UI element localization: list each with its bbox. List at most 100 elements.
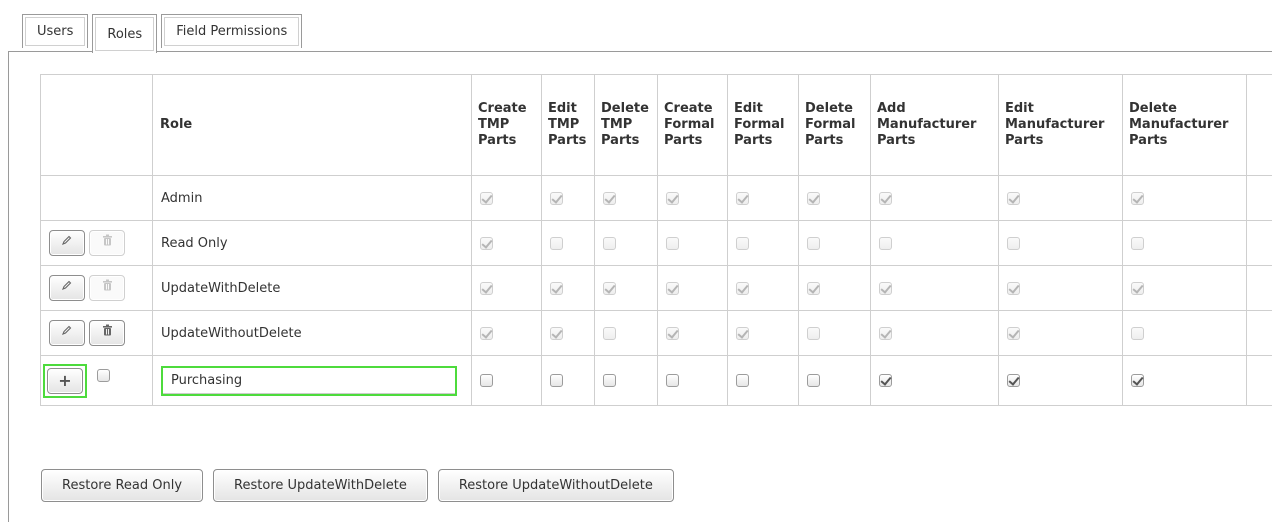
header-text-line: Formal <box>805 117 864 133</box>
header-text-line: Add <box>877 101 992 117</box>
overflow-cell <box>1247 356 1272 406</box>
permission-checkbox[interactable] <box>1131 374 1144 387</box>
permission-checkbox <box>879 237 892 250</box>
permission-checkbox[interactable] <box>666 374 679 387</box>
role-name-cell <box>153 356 472 406</box>
roles-grid-container: Role CreateTMPPartsEditTMPPartsDeleteTMP… <box>40 74 1272 432</box>
permission-checkbox <box>480 237 493 250</box>
permission-cell <box>728 311 799 356</box>
header-text-line: Create <box>664 101 721 117</box>
header-text-line: Delete <box>601 101 651 117</box>
permission-cell <box>542 176 595 221</box>
pencil-icon <box>61 231 73 255</box>
permission-cell <box>999 356 1123 406</box>
delete-role-button[interactable] <box>89 320 125 346</box>
row-actions-cell <box>41 311 153 356</box>
permission-cell <box>799 221 871 266</box>
row-actions-cell <box>41 266 153 311</box>
role-name-cell: UpdateWithDelete <box>153 266 472 311</box>
permission-checkbox <box>550 192 563 205</box>
delete-role-button <box>89 275 125 301</box>
header-text-line: TMP <box>548 117 588 133</box>
table-row: Admin <box>41 176 1272 221</box>
permission-checkbox <box>603 192 616 205</box>
overflow-cell <box>1247 266 1272 311</box>
permission-cell <box>658 176 728 221</box>
header-text-line: Create <box>478 101 535 117</box>
permission-checkbox[interactable] <box>807 374 820 387</box>
new-row-select-checkbox[interactable] <box>97 369 110 382</box>
restore-update-with-delete-button[interactable]: Restore UpdateWithDelete <box>213 469 428 502</box>
permission-checkbox <box>1131 192 1144 205</box>
header-text-line: Parts <box>1005 133 1116 149</box>
header-text-line: Manufacturer <box>1129 117 1240 133</box>
header-text-line: Parts <box>734 133 792 149</box>
row-actions-cell <box>41 176 153 221</box>
edit-role-button[interactable] <box>49 320 85 346</box>
restore-update-without-delete-button[interactable]: Restore UpdateWithoutDelete <box>438 469 674 502</box>
permission-checkbox <box>666 282 679 295</box>
header-text-line: Formal <box>734 117 792 133</box>
permission-checkbox <box>1131 282 1144 295</box>
permission-cell <box>728 221 799 266</box>
permission-checkbox <box>879 192 892 205</box>
permission-cell <box>658 266 728 311</box>
row-actions-cell <box>41 221 153 266</box>
permission-checkbox[interactable] <box>550 374 563 387</box>
permission-checkbox[interactable] <box>480 374 493 387</box>
restore-read-only-button[interactable]: Restore Read Only <box>41 469 203 502</box>
permission-checkbox <box>666 237 679 250</box>
add-role-highlight: + <box>43 364 87 398</box>
permission-cell <box>542 311 595 356</box>
permission-checkbox[interactable] <box>736 374 749 387</box>
header-text-line: Parts <box>877 133 992 149</box>
overflow-cell <box>1247 311 1272 356</box>
header-text-line: Parts <box>664 133 721 149</box>
permission-cell <box>799 266 871 311</box>
permission-cell <box>1123 176 1247 221</box>
permission-cell <box>595 266 658 311</box>
permission-checkbox[interactable] <box>603 374 616 387</box>
table-row: Read Only <box>41 221 1272 266</box>
tab-roles[interactable]: Roles <box>92 14 157 53</box>
permission-cell <box>799 356 871 406</box>
permission-checkbox <box>603 327 616 340</box>
tab-field-permissions[interactable]: Field Permissions <box>161 14 302 48</box>
permission-cell <box>542 266 595 311</box>
roles-table: Role CreateTMPPartsEditTMPPartsDeleteTMP… <box>40 74 1272 406</box>
permission-checkbox <box>480 282 493 295</box>
table-header-row: Role CreateTMPPartsEditTMPPartsDeleteTMP… <box>41 75 1272 176</box>
permission-cell <box>871 311 999 356</box>
permission-column-header: DeleteManufacturerParts <box>1123 75 1247 176</box>
table-row: UpdateWithDelete <box>41 266 1272 311</box>
permission-cell <box>1123 356 1247 406</box>
permission-checkbox[interactable] <box>1007 374 1020 387</box>
add-role-button[interactable]: + <box>47 368 83 394</box>
edit-role-button[interactable] <box>49 230 85 256</box>
permission-cell <box>658 311 728 356</box>
trash-icon <box>102 321 113 345</box>
edit-role-button[interactable] <box>49 275 85 301</box>
permission-checkbox[interactable] <box>879 374 892 387</box>
tab-users[interactable]: Users <box>22 14 88 48</box>
permission-checkbox <box>879 282 892 295</box>
permission-column-header: EditFormalParts <box>728 75 799 176</box>
role-name: Admin <box>161 191 202 206</box>
new-role-name-input[interactable] <box>161 366 457 396</box>
permission-checkbox <box>807 282 820 295</box>
permission-checkbox <box>1007 282 1020 295</box>
permission-cell <box>999 221 1123 266</box>
pencil-icon <box>61 276 73 300</box>
header-text-line: Parts <box>805 133 864 149</box>
table-row: UpdateWithoutDelete <box>41 311 1272 356</box>
header-text-line: Delete <box>1129 101 1240 117</box>
role-name: UpdateWithDelete <box>161 281 280 296</box>
permission-column-header: EditManufacturerParts <box>999 75 1123 176</box>
role-name-cell: UpdateWithoutDelete <box>153 311 472 356</box>
permission-checkbox <box>1007 327 1020 340</box>
permission-cell <box>871 266 999 311</box>
permission-cell <box>1123 311 1247 356</box>
permission-cell <box>871 176 999 221</box>
permission-checkbox <box>480 327 493 340</box>
overflow-cell <box>1247 221 1272 266</box>
